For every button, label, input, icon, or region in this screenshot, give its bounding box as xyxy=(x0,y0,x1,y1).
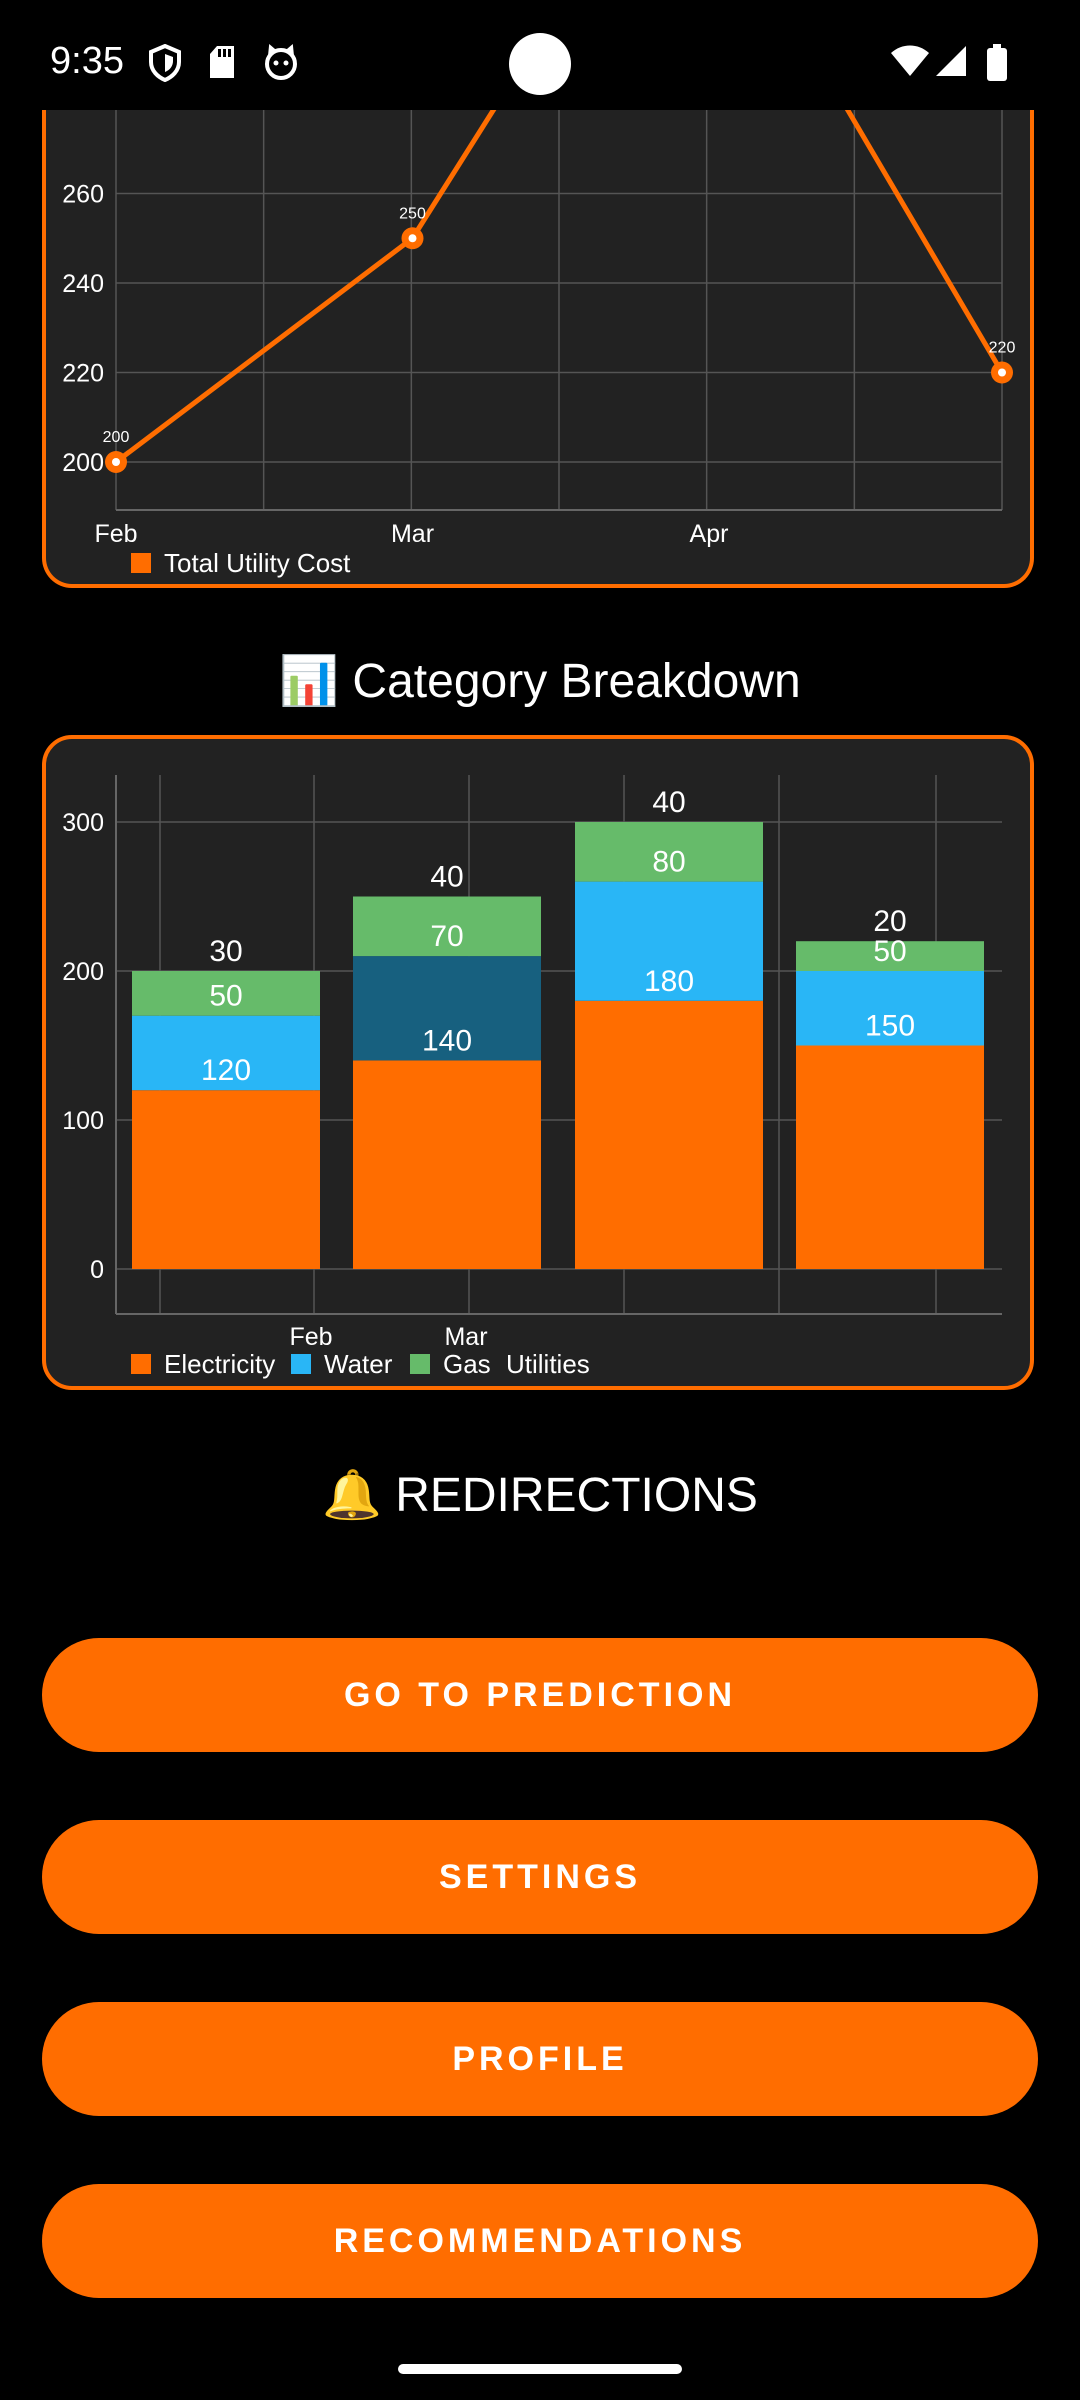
front-camera xyxy=(509,33,571,95)
x-tick-label: Mar xyxy=(444,1323,487,1351)
data-label-water: 50 xyxy=(873,935,906,968)
profile-button[interactable]: PROFILE xyxy=(42,2002,1038,2116)
y-tick-label: 200 xyxy=(62,449,104,477)
legend-swatch-electricity xyxy=(131,1354,151,1374)
redirections-title: 🔔 REDIRECTIONS xyxy=(322,1469,758,1522)
data-label-electricity: 180 xyxy=(644,965,694,998)
battery-icon xyxy=(987,44,1007,81)
data-label-water: 50 xyxy=(209,980,242,1013)
legend-swatch-water xyxy=(291,1354,311,1374)
cell-signal-icon xyxy=(936,46,966,76)
data-label: 250 xyxy=(399,205,426,222)
y-tick-label: 220 xyxy=(62,360,104,388)
settings-button[interactable]: SETTINGS xyxy=(42,1820,1038,1934)
data-label-electricity: 140 xyxy=(422,1024,472,1057)
y-tick-label: 0 xyxy=(90,1256,104,1284)
data-label-gas: 20 xyxy=(873,905,906,938)
x-tick-label: Mar xyxy=(391,520,434,548)
legend-suffix-utilities: Utilities xyxy=(506,1349,590,1379)
data-label-gas: 40 xyxy=(652,786,685,819)
bar-segment-electricity xyxy=(796,1045,984,1269)
bar-segment-electricity xyxy=(575,1000,763,1269)
data-label-water: 80 xyxy=(652,846,685,879)
legend-label-total: Total Utility Cost xyxy=(164,548,351,578)
y-tick-label: 300 xyxy=(62,809,104,837)
data-label-gas: 40 xyxy=(430,861,463,894)
category-stacked-bar-chart: 0 100 200 300 Feb Mar 120 50 30 140 70 40 180 80 40 150… xyxy=(62,775,1002,1351)
data-label: 200 xyxy=(103,429,130,446)
status-time: 9:35 xyxy=(50,40,124,82)
legend-label-gas: Gas xyxy=(443,1349,491,1379)
legend-swatch-gas xyxy=(410,1354,430,1374)
legend-label-electricity: Electricity xyxy=(164,1349,276,1379)
y-tick-label: 260 xyxy=(62,181,104,209)
x-tick-label: Apr xyxy=(690,520,729,548)
recommendations-button[interactable]: RECOMMENDATIONS xyxy=(42,2184,1038,2298)
bar-segment-electricity xyxy=(353,1060,541,1269)
cat-face-icon xyxy=(265,44,297,80)
go-to-prediction-button[interactable]: GO TO PREDICTION xyxy=(42,1638,1038,1752)
home-gesture-bar[interactable] xyxy=(398,2364,682,2374)
category-breakdown-title: 📊 Category Breakdown xyxy=(279,655,801,708)
y-tick-label: 200 xyxy=(62,958,104,986)
data-label: 220 xyxy=(989,340,1016,357)
data-label-gas: 30 xyxy=(209,935,242,968)
legend-swatch-total xyxy=(131,553,151,573)
shield-icon xyxy=(149,44,181,82)
total-cost-chart-card: 200 220 240 260 Feb Mar Apr 200 250 220 Total Uti… xyxy=(42,110,1034,588)
x-tick-label: Feb xyxy=(94,520,137,548)
y-tick-label: 100 xyxy=(62,1107,104,1135)
data-label-water: 70 xyxy=(430,920,463,953)
data-point-center xyxy=(112,458,120,466)
y-tick-label: 240 xyxy=(62,270,104,298)
data-point-center xyxy=(408,234,417,243)
data-label-electricity: 150 xyxy=(865,1010,915,1043)
data-label-electricity: 120 xyxy=(201,1054,251,1087)
bar-segment-electricity xyxy=(132,1090,320,1269)
legend-label-water: Water xyxy=(324,1349,393,1379)
sd-card-icon xyxy=(210,46,234,78)
total-cost-line-chart: 200 220 240 260 Feb Mar Apr 200 250 220 xyxy=(62,110,1016,548)
wifi-icon xyxy=(891,45,929,76)
category-breakdown-chart-card: 0 100 200 300 Feb Mar 120 50 30 140 70 40 180 80 40 150… xyxy=(42,735,1034,1390)
data-point-center xyxy=(998,368,1006,377)
x-tick-label: Feb xyxy=(289,1323,332,1351)
